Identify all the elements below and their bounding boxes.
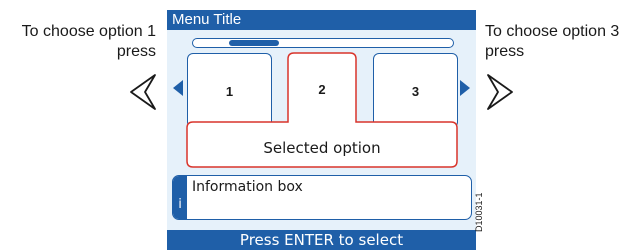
footer-bar: Press ENTER to select [167,230,476,250]
right-annotation-line1: To choose option 3 [485,23,620,40]
right-chevron-icon [487,74,513,110]
right-annotation: To choose option 3 press [485,22,634,62]
footer-instruction: Press ENTER to select [239,231,404,249]
left-chevron-icon [130,74,156,110]
left-annotation: To choose option 1 press [6,22,156,62]
information-text: Information box [192,179,303,195]
info-icon: i [178,197,182,212]
right-annotation-line2: press [485,43,525,60]
option-2-label: 2 [318,82,326,97]
left-annotation-line1: To choose option 1 [21,23,156,40]
figure-id: D10031-1 [474,192,484,232]
left-annotation-line2: press [116,43,156,60]
selected-option-label: Selected option [263,139,381,157]
device-screen: Menu Title 1 3 2 Selected option i Infor… [167,10,476,250]
information-box: i Information box [172,175,472,220]
